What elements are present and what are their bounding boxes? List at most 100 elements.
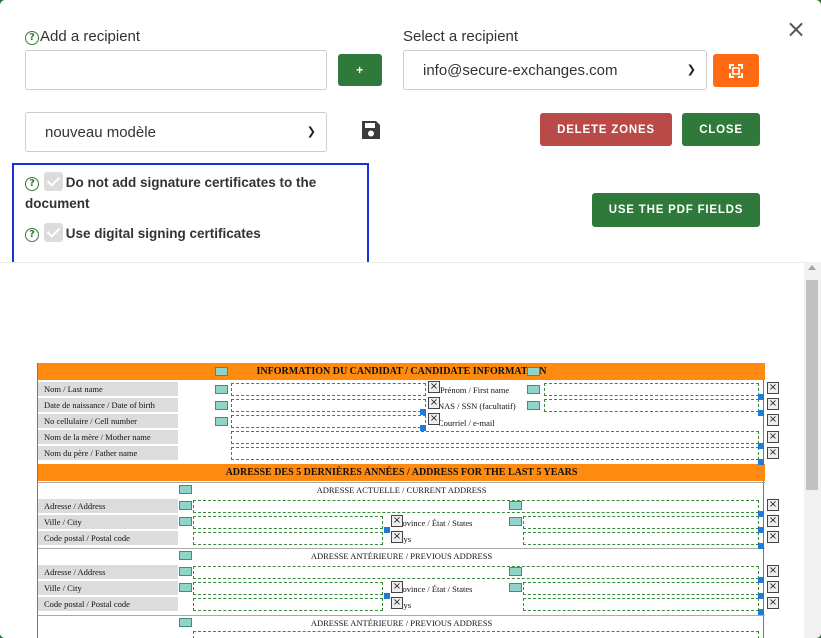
field-marker[interactable] bbox=[509, 567, 522, 576]
field-marker[interactable] bbox=[527, 401, 540, 410]
x-icon[interactable]: × bbox=[428, 413, 440, 425]
first-name-label: Prénom / First name bbox=[440, 385, 510, 395]
resize-handle[interactable] bbox=[758, 609, 764, 615]
field-marker[interactable] bbox=[179, 618, 192, 627]
signature-field[interactable] bbox=[193, 516, 383, 529]
help-icon[interactable]: ? bbox=[25, 177, 39, 191]
resize-handle[interactable] bbox=[758, 543, 764, 549]
section-address-title: ADRESSE DES 5 DERNIÈRES ANNÉES / ADDRESS… bbox=[38, 464, 765, 481]
save-template-button[interactable] bbox=[360, 119, 382, 146]
checkbox[interactable] bbox=[43, 223, 63, 242]
field-marker[interactable] bbox=[215, 417, 228, 426]
row-label: Code postal / Postal code bbox=[38, 531, 178, 546]
row-label: Date de naissance / Date of birth bbox=[38, 398, 178, 413]
field-marker[interactable] bbox=[527, 385, 540, 394]
resize-handle[interactable] bbox=[758, 394, 764, 400]
signature-field[interactable] bbox=[544, 399, 759, 412]
close-icon[interactable]: × bbox=[786, 17, 806, 41]
resize-handle[interactable] bbox=[758, 443, 764, 449]
row-label: Code postal / Postal code bbox=[38, 597, 178, 612]
x-icon[interactable]: × bbox=[767, 565, 779, 577]
x-icon[interactable]: × bbox=[767, 398, 779, 410]
signature-field[interactable] bbox=[193, 566, 759, 579]
scroll-up-arrow-icon[interactable] bbox=[808, 265, 816, 270]
close-button[interactable]: CLOSE bbox=[682, 113, 760, 146]
signature-field[interactable] bbox=[193, 582, 383, 595]
template-select[interactable]: nouveau modèle ❯ bbox=[25, 112, 327, 152]
signature-field[interactable] bbox=[193, 500, 759, 513]
x-icon[interactable]: × bbox=[767, 447, 779, 459]
x-icon[interactable]: × bbox=[391, 515, 403, 527]
template-select-value: nouveau modèle bbox=[45, 123, 156, 141]
x-icon[interactable]: × bbox=[428, 381, 440, 393]
field-marker[interactable] bbox=[215, 401, 228, 410]
expand-icon bbox=[729, 63, 743, 78]
x-icon[interactable]: × bbox=[391, 597, 403, 609]
resize-handle[interactable] bbox=[758, 511, 764, 517]
row-label: No cellulaire / Cell number bbox=[38, 414, 178, 429]
x-icon[interactable]: × bbox=[391, 581, 403, 593]
field-marker[interactable] bbox=[509, 583, 522, 592]
field-marker[interactable] bbox=[509, 501, 522, 510]
field-marker[interactable] bbox=[179, 551, 192, 560]
resize-handle[interactable] bbox=[758, 593, 764, 599]
signature-field[interactable] bbox=[523, 532, 759, 545]
x-icon[interactable]: × bbox=[767, 581, 779, 593]
signature-field[interactable] bbox=[231, 399, 426, 412]
signature-field[interactable] bbox=[523, 598, 759, 611]
signature-field[interactable] bbox=[193, 532, 383, 545]
help-icon[interactable]: ? bbox=[25, 228, 39, 242]
x-icon[interactable]: × bbox=[767, 414, 779, 426]
signature-field[interactable] bbox=[231, 431, 759, 444]
signature-field[interactable] bbox=[523, 516, 759, 529]
field-marker[interactable] bbox=[509, 517, 522, 526]
signature-field[interactable] bbox=[231, 415, 426, 428]
resize-handle[interactable] bbox=[758, 527, 764, 533]
field-marker[interactable] bbox=[179, 485, 192, 494]
x-icon[interactable]: × bbox=[767, 431, 779, 443]
field-marker[interactable] bbox=[215, 385, 228, 394]
row-label: Nom / Last name bbox=[38, 382, 178, 397]
digital-signing-certificates-option[interactable]: ? Use digital signing certificates bbox=[25, 223, 365, 244]
signature-field[interactable] bbox=[231, 447, 759, 460]
resize-handle[interactable] bbox=[384, 527, 390, 533]
x-icon[interactable]: × bbox=[767, 597, 779, 609]
signature-field[interactable] bbox=[193, 598, 383, 611]
x-icon[interactable]: × bbox=[767, 515, 779, 527]
x-icon[interactable]: × bbox=[767, 499, 779, 511]
signature-field[interactable] bbox=[544, 383, 759, 396]
field-marker[interactable] bbox=[179, 517, 192, 526]
email-label: Courriel / e-mail bbox=[438, 418, 495, 428]
checkbox[interactable] bbox=[43, 172, 63, 191]
row-label: Nom de la mère / Mother name bbox=[38, 430, 178, 445]
expand-button[interactable] bbox=[713, 54, 759, 87]
scrollbar-thumb[interactable] bbox=[806, 280, 818, 490]
resize-handle[interactable] bbox=[758, 410, 764, 416]
add-recipient-button-label: + bbox=[356, 63, 364, 77]
no-signature-certificates-option[interactable]: ? Do not add signature certificates to t… bbox=[25, 172, 365, 214]
x-icon[interactable]: × bbox=[767, 531, 779, 543]
help-icon[interactable]: ? bbox=[25, 31, 39, 45]
field-marker[interactable] bbox=[215, 367, 228, 376]
signature-field[interactable] bbox=[193, 631, 759, 638]
recipient-select[interactable]: info@secure-exchanges.com ❯ bbox=[403, 50, 707, 90]
resize-handle[interactable] bbox=[384, 593, 390, 599]
field-marker[interactable] bbox=[179, 567, 192, 576]
resize-handle[interactable] bbox=[420, 425, 426, 431]
delete-zones-button[interactable]: DELETE ZONES bbox=[540, 113, 672, 146]
resize-handle[interactable] bbox=[758, 459, 764, 465]
x-icon[interactable]: × bbox=[391, 531, 403, 543]
x-icon[interactable]: × bbox=[428, 397, 440, 409]
resize-handle[interactable] bbox=[758, 577, 764, 583]
section-candidate-info-title: INFORMATION DU CANDIDAT / CANDIDATE INFO… bbox=[38, 363, 765, 380]
signature-field[interactable] bbox=[523, 582, 759, 595]
signature-field[interactable] bbox=[231, 383, 426, 396]
x-icon[interactable]: × bbox=[767, 382, 779, 394]
add-recipient-input[interactable] bbox=[25, 50, 327, 90]
resize-handle[interactable] bbox=[420, 409, 426, 415]
field-marker[interactable] bbox=[179, 583, 192, 592]
use-pdf-fields-button[interactable]: USE THE PDF FIELDS bbox=[592, 193, 760, 227]
field-marker[interactable] bbox=[527, 367, 540, 376]
add-recipient-button[interactable]: + bbox=[338, 54, 382, 86]
field-marker[interactable] bbox=[179, 501, 192, 510]
